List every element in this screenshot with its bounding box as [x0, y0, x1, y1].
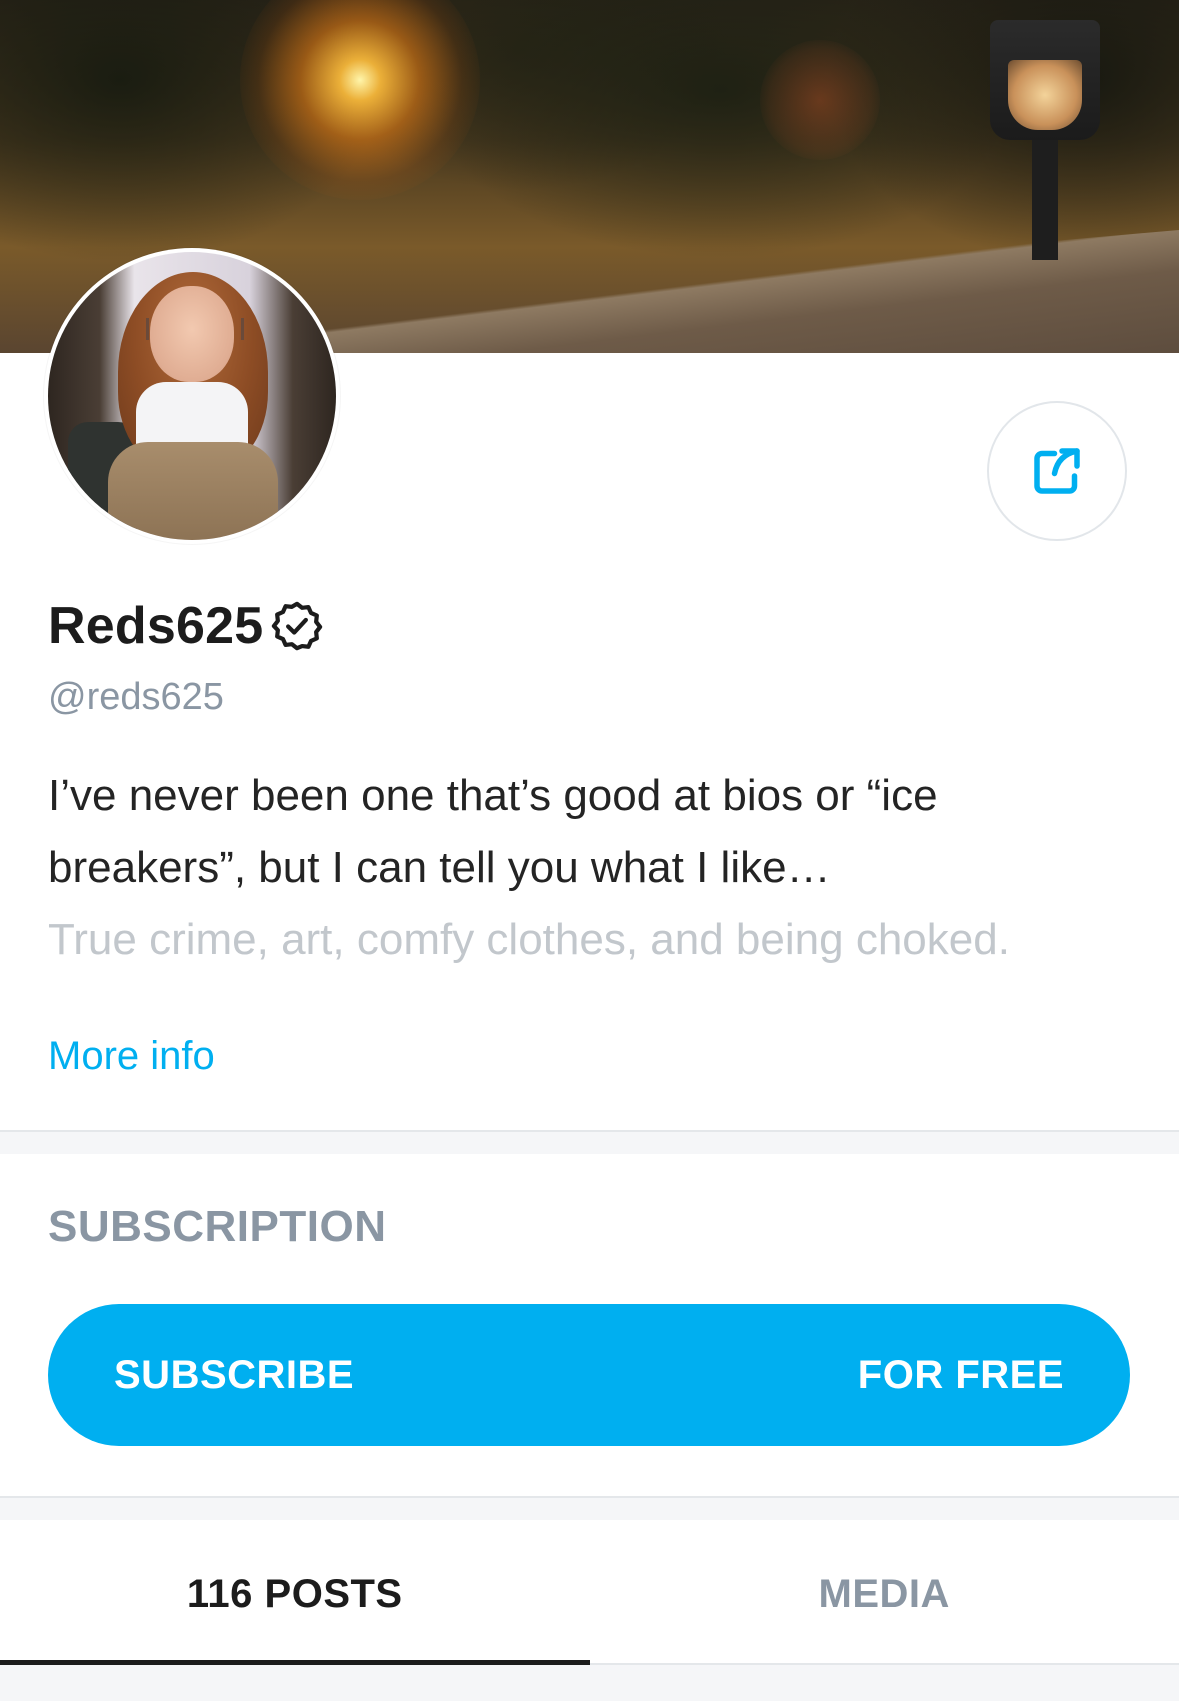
subscribe-button[interactable]: SUBSCRIBE FOR FREE — [48, 1304, 1130, 1446]
verified-badge-icon — [272, 601, 323, 651]
subscribe-label: SUBSCRIBE — [114, 1352, 355, 1397]
profile-tabs: 116 POSTS MEDIA — [0, 1523, 1179, 1665]
cover-lens-flare — [760, 40, 880, 160]
bio-line-1: I’ve never been one that’s good at bios … — [48, 771, 938, 820]
subscribe-price-label: FOR FREE — [857, 1352, 1064, 1397]
avatar[interactable] — [44, 248, 340, 544]
bio-line-2: breakers”, but I can tell you what I lik… — [48, 843, 831, 892]
profile-handle: @reds625 — [48, 676, 224, 718]
share-icon — [1034, 448, 1080, 494]
cover-lamp — [990, 20, 1100, 260]
bio-faded-line: True crime, art, comfy clothes, and bein… — [48, 915, 1010, 964]
content-background — [0, 1665, 1179, 1701]
avatar-photo — [48, 252, 336, 540]
tab-posts[interactable]: 116 POSTS — [0, 1523, 590, 1665]
tab-media[interactable]: MEDIA — [590, 1523, 1179, 1665]
profile-display-name: Reds625 — [48, 597, 264, 655]
section-divider — [0, 1130, 1179, 1154]
section-divider — [0, 1496, 1179, 1520]
share-button[interactable] — [987, 401, 1127, 541]
more-info-link[interactable]: More info — [48, 1034, 215, 1079]
profile-bio: I’ve never been one that’s good at bios … — [48, 760, 1128, 904]
profile-name-row: Reds625 — [48, 592, 325, 660]
subscription-section-title: SUBSCRIPTION — [48, 1202, 387, 1251]
